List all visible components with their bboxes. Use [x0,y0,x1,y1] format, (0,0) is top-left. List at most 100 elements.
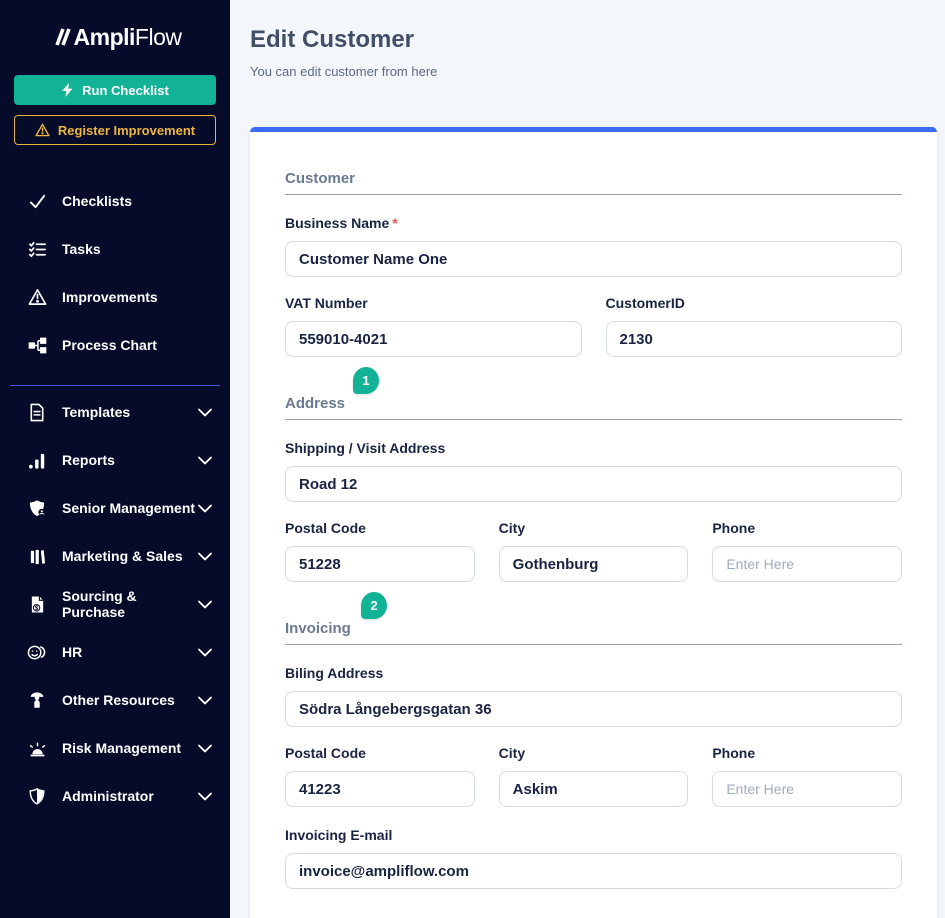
shipping-city-field[interactable] [499,546,689,582]
flow-chart-icon [27,335,47,355]
section-address: 1 Address [285,395,902,420]
section-title: Invoicing [285,620,902,638]
sidebar-item-label: Reports [62,452,115,468]
register-improvement-button[interactable]: Register Improvement [14,115,216,145]
invoicing-city-field[interactable] [499,771,689,807]
books-icon [27,546,47,566]
sidebar-item-reports[interactable]: Reports [0,436,230,484]
main-content: Edit Customer You can edit customer from… [230,0,945,918]
sidebar: AmpliFlow Run Checklist Register Improve… [0,0,230,918]
sidebar-item-label: Administrator [62,788,154,804]
customer-id-label: CustomerID [606,295,903,312]
postal-code-label: Postal Code [285,520,475,537]
customer-id-field[interactable] [606,321,903,357]
sidebar-item-senior-management[interactable]: Senior Management [0,484,230,532]
sidebar-item-templates[interactable]: Templates [0,388,230,436]
chevron-down-icon [198,552,212,561]
sidebar-item-marketing-sales[interactable]: Marketing & Sales [0,532,230,580]
sidebar-item-label: Marketing & Sales [62,548,183,564]
sidebar-item-label: Sourcing & Purchase [62,588,198,620]
checkmark-icon [27,191,47,211]
billing-address-label: Biling Address [285,665,902,682]
siren-icon [27,738,47,758]
sidebar-divider [10,385,220,386]
vat-number-group: VAT Number [285,295,582,357]
edit-customer-card: Customer Business Name* VAT Number Custo… [250,127,937,918]
phone-label: Phone [712,520,902,537]
person-resources-icon [27,690,47,710]
invoicing-email-label: Invoicing E-mail [285,827,902,844]
svg-text:$: $ [34,605,38,612]
invoicing-phone-field[interactable] [712,771,902,807]
shipping-postal-group: Postal Code [285,520,475,582]
shield-person-icon [27,498,47,518]
brand-slashes-icon [49,24,73,50]
section-invoicing: 2 Invoicing [285,620,902,645]
sidebar-item-hr[interactable]: HR [0,628,230,676]
chevron-down-icon [198,600,212,609]
sidebar-item-other-resources[interactable]: Other Resources [0,676,230,724]
shipping-phone-field[interactable] [712,546,902,582]
sidebar-nav: Checklists Tasks Improvements [0,177,230,820]
sidebar-item-process-chart[interactable]: Process Chart [0,321,230,369]
brand-logo: AmpliFlow [0,8,230,66]
run-checklist-button[interactable]: Run Checklist [14,75,216,105]
chevron-down-icon [198,456,212,465]
phone-label: Phone [712,745,902,762]
run-checklist-label: Run Checklist [82,83,169,98]
sidebar-item-administrator[interactable]: Administrator [0,772,230,820]
document-icon [27,402,47,422]
billing-address-field[interactable] [285,691,902,727]
page-subtitle: You can edit customer from here [250,64,937,79]
register-improvement-label: Register Improvement [58,123,195,138]
card-accent-bar [250,127,937,132]
chevron-down-icon [198,696,212,705]
chevron-down-icon [198,792,212,801]
shipping-address-label: Shipping / Visit Address [285,440,902,457]
section-title: Customer [285,170,902,188]
task-list-icon [27,239,47,259]
invoicing-phone-group: Phone [712,745,902,807]
vat-number-label: VAT Number [285,295,582,312]
sidebar-item-label: Tasks [62,241,101,257]
sidebar-item-label: Risk Management [62,740,181,756]
sidebar-item-label: Improvements [62,289,158,305]
section-customer: Customer [285,170,902,195]
invoicing-city-group: City [499,745,689,807]
invoicing-email-field[interactable] [285,853,902,889]
lightning-bolt-icon [61,83,74,97]
shipping-postal-field[interactable] [285,546,475,582]
warning-triangle-icon [35,123,50,137]
vat-number-field[interactable] [285,321,582,357]
sidebar-item-label: Process Chart [62,337,157,353]
sidebar-item-label: Checklists [62,193,132,209]
shipping-address-field[interactable] [285,466,902,502]
chevron-down-icon [198,408,212,417]
chevron-down-icon [198,648,212,657]
sidebar-item-label: Senior Management [62,500,195,516]
chevron-down-icon [198,744,212,753]
sidebar-item-tasks[interactable]: Tasks [0,225,230,273]
section-title: Address [285,395,902,413]
customer-id-group: CustomerID [606,295,903,357]
step-badge-1: 1 [353,367,379,394]
receipt-dollar-icon: $ [27,594,47,614]
step-badge-2: 2 [361,592,387,619]
invoicing-postal-field[interactable] [285,771,475,807]
postal-code-label: Postal Code [285,745,475,762]
people-icon [27,642,47,662]
brand-name: AmpliFlow [74,24,182,51]
city-label: City [499,745,689,762]
business-name-field[interactable] [285,241,902,277]
sidebar-item-checklists[interactable]: Checklists [0,177,230,225]
invoicing-postal-group: Postal Code [285,745,475,807]
sidebar-item-label: HR [62,644,82,660]
business-name-label: Business Name* [285,215,902,232]
sidebar-item-risk-management[interactable]: Risk Management [0,724,230,772]
sidebar-item-label: Other Resources [62,692,175,708]
shield-icon [27,786,47,806]
sidebar-item-sourcing-purchase[interactable]: $ Sourcing & Purchase [0,580,230,628]
sidebar-item-label: Templates [62,404,130,420]
sidebar-item-improvements[interactable]: Improvements [0,273,230,321]
bar-chart-icon [27,450,47,470]
